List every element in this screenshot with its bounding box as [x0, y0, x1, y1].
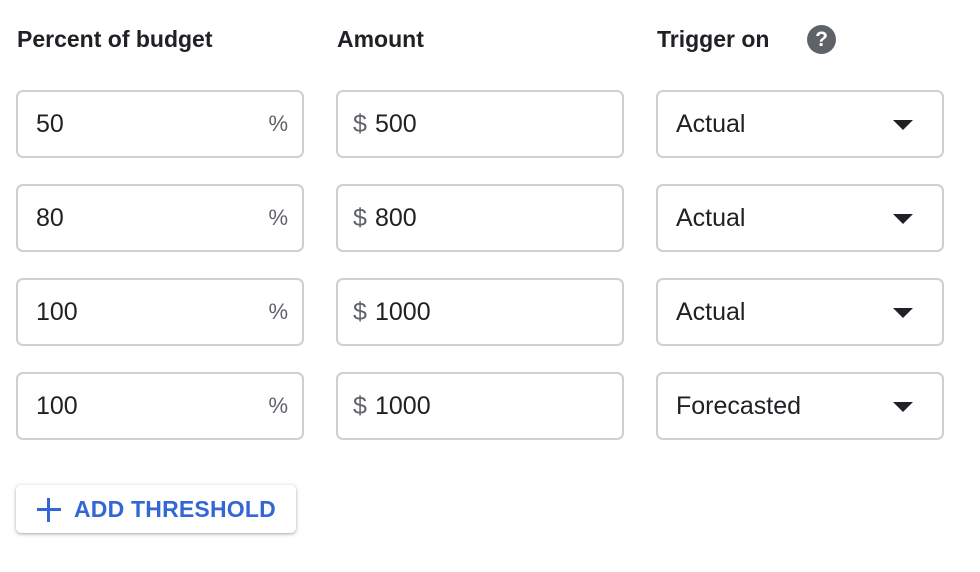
- currency-prefix: $: [353, 110, 367, 138]
- amount-value: 500: [375, 110, 417, 138]
- add-threshold-label: ADD THRESHOLD: [74, 496, 276, 522]
- dropdown-arrow-icon: [893, 214, 913, 224]
- help-icon[interactable]: ?: [807, 25, 836, 54]
- column-header-amount: Amount: [337, 26, 424, 52]
- trigger-value: Actual: [676, 110, 746, 138]
- trigger-select[interactable]: Forecasted: [656, 372, 944, 440]
- amount-input[interactable]: $ 1000: [336, 372, 624, 440]
- trigger-value: Actual: [676, 298, 746, 326]
- percent-input[interactable]: 50 %: [16, 90, 304, 158]
- percent-value: 100: [36, 392, 78, 420]
- percent-value: 50: [36, 110, 64, 138]
- percent-suffix: %: [268, 111, 288, 136]
- trigger-value: Actual: [676, 204, 746, 232]
- add-threshold-button[interactable]: ADD THRESHOLD: [16, 485, 296, 533]
- trigger-select[interactable]: Actual: [656, 184, 944, 252]
- column-header-trigger: Trigger on: [657, 26, 770, 52]
- currency-prefix: $: [353, 298, 367, 326]
- percent-suffix: %: [268, 299, 288, 324]
- plus-icon: [37, 498, 61, 522]
- percent-value: 80: [36, 204, 64, 232]
- currency-prefix: $: [353, 392, 367, 420]
- dropdown-arrow-icon: [893, 402, 913, 412]
- currency-prefix: $: [353, 204, 367, 232]
- amount-value: 800: [375, 204, 417, 232]
- amount-input[interactable]: $ 500: [336, 90, 624, 158]
- dropdown-arrow-icon: [893, 120, 913, 130]
- percent-input[interactable]: 100 %: [16, 372, 304, 440]
- amount-input[interactable]: $ 800: [336, 184, 624, 252]
- trigger-select[interactable]: Actual: [656, 278, 944, 346]
- amount-value: 1000: [375, 298, 431, 326]
- percent-suffix: %: [268, 205, 288, 230]
- percent-input[interactable]: 100 %: [16, 278, 304, 346]
- percent-suffix: %: [268, 393, 288, 418]
- amount-input[interactable]: $ 1000: [336, 278, 624, 346]
- amount-value: 1000: [375, 392, 431, 420]
- dropdown-arrow-icon: [893, 308, 913, 318]
- column-header-percent: Percent of budget: [17, 26, 213, 52]
- percent-value: 100: [36, 298, 78, 326]
- trigger-value: Forecasted: [676, 392, 802, 420]
- trigger-select[interactable]: Actual: [656, 90, 944, 158]
- percent-input[interactable]: 80 %: [16, 184, 304, 252]
